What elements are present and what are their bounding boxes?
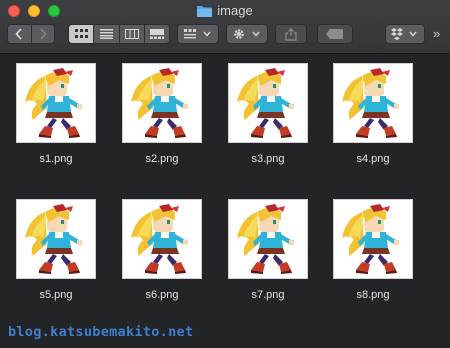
column-view-icon — [124, 29, 139, 39]
file-thumbnail[interactable] — [122, 199, 202, 279]
file-grid: s1.png s2.png s3.png s4.png s5.png s6.pn… — [0, 54, 450, 348]
character-sprite-image — [342, 68, 399, 138]
file-name-label: s5.png — [39, 289, 73, 301]
character-sprite-image — [237, 204, 294, 274]
share-icon — [285, 27, 297, 41]
arrange-icon — [184, 29, 211, 39]
share-button[interactable] — [275, 24, 307, 44]
back-button[interactable] — [8, 25, 31, 43]
file-thumbnail[interactable] — [16, 63, 96, 143]
character-sprite-image — [131, 68, 188, 138]
character-sprite-image — [237, 68, 294, 138]
dropbox-icon — [391, 28, 417, 40]
character-sprite-image — [342, 204, 399, 274]
finder-window: image » s1.png s2.png s3.png s4.png s5.p… — [0, 0, 450, 348]
gear-icon — [234, 29, 260, 39]
file-thumbnail[interactable] — [228, 63, 308, 143]
view-mode-group — [68, 24, 170, 44]
list-view-icon — [99, 29, 113, 39]
list-view-button[interactable] — [93, 25, 118, 43]
folder-icon — [197, 6, 213, 17]
back-forward-group — [7, 24, 55, 44]
toolbar: image » — [0, 0, 450, 54]
action-button[interactable] — [226, 24, 268, 44]
toolbar-overflow-button[interactable]: » — [433, 26, 440, 41]
gallery-view-icon — [149, 29, 164, 39]
tag-icon — [326, 29, 343, 39]
file-name-label: s6.png — [145, 289, 179, 301]
arrange-button[interactable] — [177, 24, 219, 44]
window-title-text: image — [217, 3, 253, 18]
file-thumbnail[interactable] — [122, 63, 202, 143]
tag-button[interactable] — [317, 24, 353, 44]
file-name-label: s4.png — [356, 153, 390, 165]
icon-view-button[interactable] — [69, 25, 94, 43]
character-sprite-image — [25, 68, 82, 138]
file-thumbnail[interactable] — [333, 199, 413, 279]
file-thumbnail[interactable] — [333, 63, 413, 143]
icon-view-icon — [74, 29, 88, 38]
chevron-left-icon — [15, 28, 22, 40]
character-sprite-image — [131, 204, 188, 274]
gallery-view-button[interactable] — [143, 25, 169, 43]
file-thumbnail[interactable] — [16, 199, 96, 279]
dropbox-button[interactable] — [385, 24, 425, 44]
watermark: blog.katsubemakito.net — [8, 324, 194, 340]
file-name-label: s1.png — [39, 153, 73, 165]
file-name-label: s2.png — [145, 153, 179, 165]
character-sprite-image — [25, 204, 82, 274]
window-title: image — [0, 3, 450, 18]
chevron-right-icon — [40, 28, 47, 40]
file-name-label: s8.png — [356, 289, 390, 301]
forward-button[interactable] — [30, 25, 55, 43]
file-name-label: s7.png — [251, 289, 285, 301]
column-view-button[interactable] — [118, 25, 144, 43]
file-thumbnail[interactable] — [228, 199, 308, 279]
file-name-label: s3.png — [251, 153, 285, 165]
